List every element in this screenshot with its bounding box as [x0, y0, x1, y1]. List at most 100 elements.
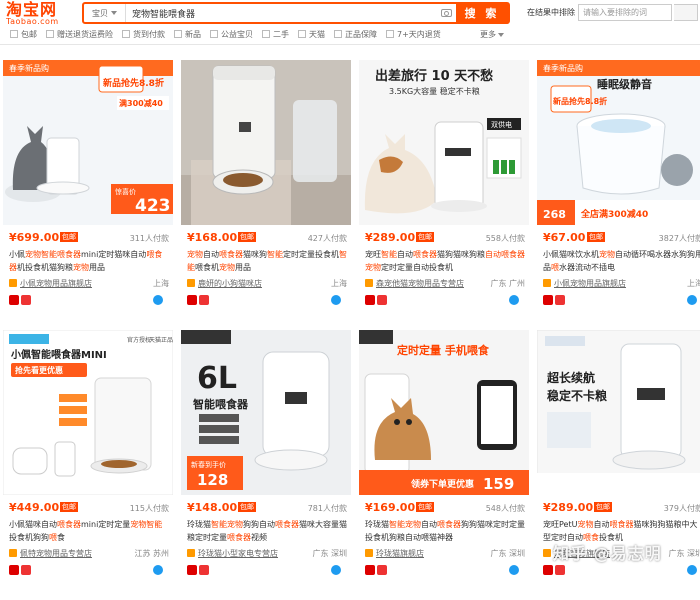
- title-segment: 宠物: [219, 263, 235, 272]
- product-card[interactable]: ¥168.00 包邮 427人付款 宠物自动喂食器猫咪狗智能定时定量投食机智能喂食机宠…: [181, 60, 351, 330]
- filter-option[interactable]: 新品: [174, 29, 201, 40]
- product-image[interactable]: 定时定量 手机喂食 领券下单更优惠 159: [359, 330, 529, 495]
- title-segment: 喂: [49, 533, 57, 542]
- store-icon: [187, 279, 195, 287]
- service-icons: [187, 565, 347, 575]
- checkbox[interactable]: [174, 30, 182, 38]
- search-bar: 宝贝 宠物智能喂食器 搜 索: [82, 2, 510, 24]
- gift-icon[interactable]: [377, 295, 387, 305]
- filter-option[interactable]: 包邮: [10, 29, 37, 40]
- filter-option[interactable]: 货到付款: [122, 29, 165, 40]
- filter-option[interactable]: 7+天内退货: [386, 29, 441, 40]
- product-image[interactable]: 春季新品购 新品抢先8.8折 满300减40 惊喜价 423: [3, 60, 173, 225]
- filter-option[interactable]: 二手: [262, 29, 289, 40]
- shop-link[interactable]: 森宠他猫宠物用品专营店: [376, 278, 464, 289]
- taobao-logo[interactable]: 淘宝网 Taobao.com: [6, 2, 74, 26]
- tmall-icon[interactable]: [365, 565, 375, 575]
- tmall-icon[interactable]: [9, 565, 19, 575]
- title-segment: 宠物: [73, 263, 89, 272]
- tmall-icon[interactable]: [543, 565, 553, 575]
- wangwang-chat-icon[interactable]: [331, 565, 341, 575]
- wangwang-chat-icon[interactable]: [509, 565, 519, 575]
- title-segment: 宠物: [599, 250, 615, 259]
- price-row: ¥289.00 包邮 558人付款: [365, 231, 525, 245]
- title-segment: 自动: [421, 520, 437, 529]
- title-segment: 猫狗猫咪狗粮: [437, 250, 485, 259]
- wangwang-chat-icon[interactable]: [509, 295, 519, 305]
- checkbox[interactable]: [334, 30, 342, 38]
- search-scope-select[interactable]: 宝贝: [84, 4, 126, 22]
- checkbox[interactable]: [210, 30, 218, 38]
- product-card[interactable]: 官方授权 天猫正品 小佩智能喂食器MINI 抢先看更优惠 ¥449.00 包邮 11…: [3, 330, 173, 600]
- filter-option[interactable]: 赠送退货运费险: [46, 29, 113, 40]
- product-card[interactable]: 定时定量 手机喂食 领券下单更优惠 159 ¥169.00 包邮 548人付款 玲珑猫…: [359, 330, 529, 600]
- search-input[interactable]: 宠物智能喂食器: [126, 4, 436, 22]
- wangwang-chat-icon[interactable]: [153, 565, 163, 575]
- filter-option[interactable]: 天猫: [298, 29, 325, 40]
- product-title[interactable]: 小佩猫咪自动喂食器mini定时定量宠物智能投食机狗狗喂食: [9, 518, 169, 544]
- title-segment: 狗狗: [33, 533, 49, 542]
- product-image[interactable]: [181, 60, 351, 225]
- tmall-icon[interactable]: [365, 295, 375, 305]
- checkbox[interactable]: [46, 30, 54, 38]
- shop-link[interactable]: 玲珑猫小型家电专营店: [198, 548, 278, 559]
- gift-icon[interactable]: [555, 295, 565, 305]
- exclude-button[interactable]: [674, 4, 698, 21]
- product-image[interactable]: 春季新品购 睡眠级静音 新品抢先8.8折 268 全店满300减40: [537, 60, 700, 225]
- svg-text:3.5KG大容量 稳定不卡粮: 3.5KG大容量 稳定不卡粮: [389, 86, 480, 96]
- product-title[interactable]: 小佩宠物智能喂食器mini定时猫咪自动喂食器机投食机猫狗粮宠物用品: [9, 248, 169, 274]
- shop-link[interactable]: 佩特宠物用品专营店: [20, 548, 92, 559]
- tmall-icon[interactable]: [187, 295, 197, 305]
- gift-icon[interactable]: [555, 565, 565, 575]
- service-icons: [365, 295, 525, 305]
- shop-link[interactable]: 小佩宠物用品旗舰店: [20, 278, 92, 289]
- gift-icon[interactable]: [21, 565, 31, 575]
- checkbox[interactable]: [298, 30, 306, 38]
- gift-icon[interactable]: [199, 295, 209, 305]
- tmall-icon[interactable]: [187, 565, 197, 575]
- wangwang-chat-icon[interactable]: [687, 295, 697, 305]
- gift-icon[interactable]: [21, 295, 31, 305]
- product-image[interactable]: 官方授权 天猫正品 小佩智能喂食器MINI 抢先看更优惠: [3, 330, 173, 495]
- exclude-input[interactable]: 请输入要排除的词: [578, 4, 672, 21]
- filter-option[interactable]: 公益宝贝: [210, 29, 253, 40]
- shop-link[interactable]: 玲珑猫旗舰店: [376, 548, 424, 559]
- gift-icon[interactable]: [199, 565, 209, 575]
- chevron-down-icon: [111, 11, 117, 15]
- checkbox[interactable]: [386, 30, 394, 38]
- title-segment: 喂食器: [219, 250, 243, 259]
- checkbox[interactable]: [10, 30, 18, 38]
- wangwang-chat-icon[interactable]: [331, 295, 341, 305]
- image-search-button[interactable]: [436, 4, 456, 22]
- shop-link[interactable]: 鹿妍的小狗猫咪店: [198, 278, 262, 289]
- checkbox[interactable]: [122, 30, 130, 38]
- tmall-icon[interactable]: [9, 295, 19, 305]
- wangwang-chat-icon[interactable]: [153, 295, 163, 305]
- product-image[interactable]: 6L 智能喂食器 新春到手价 128: [181, 330, 351, 495]
- checkbox[interactable]: [262, 30, 270, 38]
- product-image[interactable]: 出差旅行 10 天不愁 3.5KG大容量 稳定不卡粮 双供电: [359, 60, 529, 225]
- product-price: ¥168.00: [187, 231, 238, 244]
- svg-text:159: 159: [483, 475, 514, 493]
- product-title[interactable]: 小佩猫咪饮水机宠物自动循环喝水器水狗狗用品喂水器流动不插电: [543, 248, 700, 274]
- product-card[interactable]: 6L 智能喂食器 新春到手价 128 ¥148.00 包邮 781人付款 玲珑猫智能宠…: [181, 330, 351, 600]
- wangwang-chat-icon[interactable]: [687, 565, 697, 575]
- filter-option[interactable]: 正品保障: [334, 29, 377, 40]
- search-button[interactable]: 搜 索: [456, 4, 508, 22]
- product-title[interactable]: 宠旺智能自动喂食器猫狗猫咪狗粮自动喂食器宠物定时定量自动投食机: [365, 248, 525, 274]
- product-card[interactable]: 春季新品购 新品抢先8.8折 满300减40 惊喜价 423 ¥699.00 包邮…: [3, 60, 173, 330]
- title-segment: 自动喂食器: [485, 250, 525, 259]
- tmall-icon[interactable]: [543, 295, 553, 305]
- product-card[interactable]: 春季新品购 睡眠级静音 新品抢先8.8折 268 全店满300减40 ¥67.0…: [537, 60, 700, 330]
- gift-icon[interactable]: [377, 565, 387, 575]
- product-title[interactable]: 玲珑猫智能宠物狗狗自动喂食器猫咪大容量猫粮定时定量喂食器视频: [187, 518, 347, 544]
- product-image[interactable]: 超长续航 稳定不卡粮: [537, 330, 700, 495]
- product-title[interactable]: 宠物自动喂食器猫咪狗智能定时定量投食机智能喂食机宠物用品: [187, 248, 347, 274]
- product-title[interactable]: 玲珑猫智能宠物自动喂食器狗狗猫咪定时定量投食机狗粮自动喂猫神器: [365, 518, 525, 544]
- more-filters-button[interactable]: 更多: [480, 29, 504, 40]
- store-icon: [365, 279, 373, 287]
- svg-text:官方授权: 官方授权: [127, 336, 151, 344]
- shop-link[interactable]: 小佩宠物用品旗舰店: [554, 278, 626, 289]
- price-row: ¥699.00 包邮 311人付款: [9, 231, 169, 245]
- product-card[interactable]: 出差旅行 10 天不愁 3.5KG大容量 稳定不卡粮 双供电 ¥289.00 包邮…: [359, 60, 529, 330]
